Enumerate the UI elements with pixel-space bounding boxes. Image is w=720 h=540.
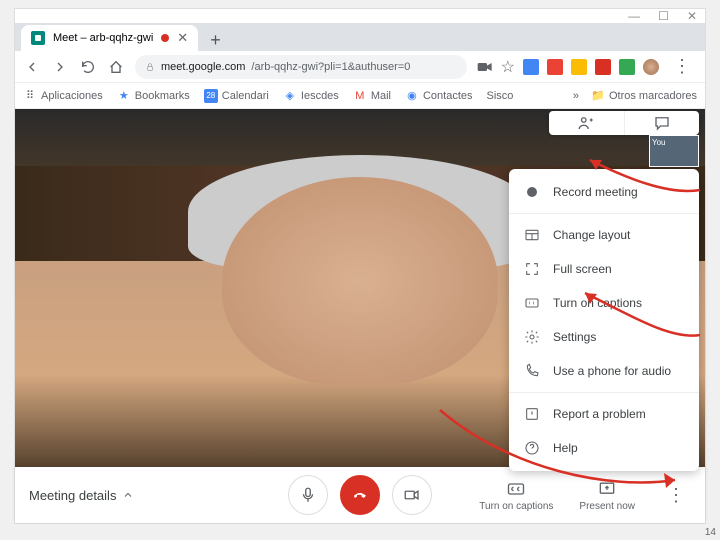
phone-icon bbox=[523, 362, 541, 380]
extension-icon[interactable] bbox=[547, 59, 563, 75]
bookmark-item[interactable]: Sisco bbox=[487, 90, 514, 102]
record-icon bbox=[523, 183, 541, 201]
camera-button[interactable] bbox=[392, 475, 432, 515]
url-host: meet.google.com bbox=[161, 61, 245, 73]
people-tab[interactable] bbox=[549, 111, 625, 135]
mute-mic-button[interactable] bbox=[288, 475, 328, 515]
leave-call-button[interactable] bbox=[340, 475, 380, 515]
menu-captions[interactable]: Turn on captions bbox=[509, 286, 699, 320]
meet-favicon-icon bbox=[31, 31, 45, 45]
lock-icon bbox=[145, 62, 155, 72]
close-tab-button[interactable]: ✕ bbox=[177, 30, 188, 46]
tab-title: Meet – arb-qqhz-gwi bbox=[53, 32, 153, 44]
star-icon[interactable]: ☆ bbox=[501, 57, 515, 77]
menu-settings[interactable]: Settings bbox=[509, 320, 699, 354]
forward-button[interactable] bbox=[51, 58, 69, 76]
gear-icon bbox=[523, 328, 541, 346]
fullscreen-icon bbox=[523, 260, 541, 278]
maximize-button[interactable]: ☐ bbox=[658, 9, 669, 23]
other-bookmarks[interactable]: 📁Otros marcadores bbox=[591, 89, 697, 103]
captions-button[interactable]: Turn on captions bbox=[479, 479, 553, 512]
self-view[interactable]: You bbox=[649, 135, 699, 167]
page-number: 14 bbox=[705, 527, 716, 538]
chevron-up-icon bbox=[122, 489, 134, 501]
menu-layout[interactable]: Change layout bbox=[509, 213, 699, 252]
self-view-label: You bbox=[652, 138, 666, 147]
layout-icon bbox=[523, 226, 541, 244]
meeting-content: You Record meeting Change layout Full sc… bbox=[15, 109, 705, 489]
top-panel-tabs bbox=[549, 111, 699, 135]
menu-help[interactable]: Help bbox=[509, 431, 699, 465]
extension-icon[interactable] bbox=[595, 59, 611, 75]
more-options-button[interactable]: ⋮ bbox=[661, 485, 691, 506]
minimize-button[interactable]: — bbox=[628, 9, 640, 23]
bookmark-item[interactable]: MMail bbox=[353, 89, 391, 103]
meeting-details-button[interactable]: Meeting details bbox=[29, 488, 134, 503]
profile-avatar-icon[interactable] bbox=[643, 59, 659, 75]
cc-icon bbox=[506, 479, 526, 499]
window-controls: — ☐ ✕ bbox=[15, 9, 705, 23]
browser-menu-button[interactable]: ⋮ bbox=[667, 56, 697, 77]
present-button[interactable]: Present now bbox=[579, 479, 635, 512]
nav-bar: meet.google.com/arb-qqhz-gwi?pli=1&authu… bbox=[15, 51, 705, 83]
present-icon bbox=[597, 479, 617, 499]
browser-tab[interactable]: Meet – arb-qqhz-gwi ✕ bbox=[21, 25, 198, 51]
extension-icon[interactable] bbox=[619, 59, 635, 75]
home-button[interactable] bbox=[107, 58, 125, 76]
bookmark-overflow[interactable]: » bbox=[573, 90, 579, 102]
menu-record[interactable]: Record meeting bbox=[509, 175, 699, 209]
bookmark-item[interactable]: ◉Contactes bbox=[405, 89, 473, 103]
menu-fullscreen[interactable]: Full screen bbox=[509, 252, 699, 286]
recording-indicator-icon bbox=[161, 34, 169, 42]
menu-phone[interactable]: Use a phone for audio bbox=[509, 354, 699, 388]
new-tab-button[interactable]: + bbox=[198, 30, 233, 51]
address-bar[interactable]: meet.google.com/arb-qqhz-gwi?pli=1&authu… bbox=[135, 55, 467, 79]
help-icon bbox=[523, 439, 541, 457]
bookmarks-bar: ⠿Aplicaciones ★Bookmarks 28Calendari ◈Ie… bbox=[15, 83, 705, 109]
report-icon bbox=[523, 405, 541, 423]
camera-permission-icon[interactable] bbox=[477, 61, 493, 73]
back-button[interactable] bbox=[23, 58, 41, 76]
bookmark-item[interactable]: 28Calendari bbox=[204, 89, 269, 103]
bookmark-item[interactable]: ★Bookmarks bbox=[117, 89, 190, 103]
chat-tab[interactable] bbox=[625, 111, 700, 135]
more-options-menu: Record meeting Change layout Full screen… bbox=[509, 169, 699, 471]
extension-icon[interactable] bbox=[571, 59, 587, 75]
menu-report[interactable]: Report a problem bbox=[509, 392, 699, 431]
extension-icon[interactable] bbox=[523, 59, 539, 75]
tab-bar: Meet – arb-qqhz-gwi ✕ + bbox=[15, 23, 705, 51]
url-path: /arb-qqhz-gwi?pli=1&authuser=0 bbox=[251, 61, 410, 73]
reload-button[interactable] bbox=[79, 58, 97, 76]
apps-button[interactable]: ⠿Aplicaciones bbox=[23, 89, 103, 103]
captions-icon bbox=[523, 294, 541, 312]
meeting-bottom-bar: Meeting details Turn on captions Present… bbox=[15, 467, 705, 523]
bookmark-item[interactable]: ◈Iescdes bbox=[283, 89, 339, 103]
extensions: ☆ ⋮ bbox=[477, 56, 697, 77]
close-window-button[interactable]: ✕ bbox=[687, 9, 697, 23]
